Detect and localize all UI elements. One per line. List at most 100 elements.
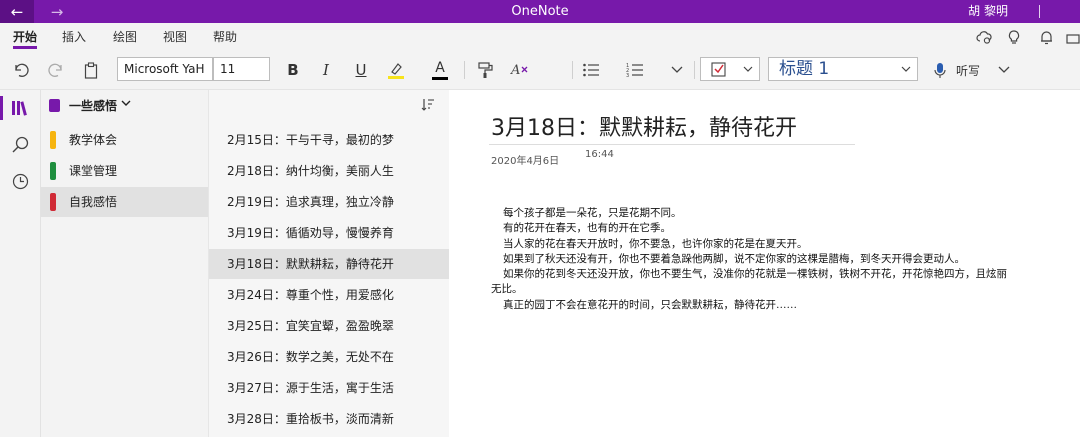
recent-button[interactable] — [0, 165, 40, 197]
ribbon-tabs: 开始 插入 绘图 视图 帮助 — [0, 23, 1080, 51]
note-canvas[interactable]: 3月18日：默默耕耘，静待花开 2020年4月6日 16:44 每个孩子都是一朵… — [449, 90, 1080, 437]
more-options-button[interactable] — [668, 58, 686, 82]
chevron-down-icon — [901, 66, 911, 72]
chevron-down-icon — [121, 96, 131, 110]
page-item[interactable]: 3月27日：源于生活，寓于生活 — [209, 373, 449, 403]
ribbon-toolbar: Microsoft YaH 11 B I U A A 123 标题 1 听写 — [0, 51, 1080, 90]
undo-button[interactable] — [10, 58, 32, 82]
clear-formatting-button[interactable]: A — [508, 58, 532, 82]
todo-checkbox-icon — [711, 62, 726, 77]
sort-icon — [421, 99, 434, 111]
notebook-icon — [49, 99, 60, 112]
font-color-button[interactable]: A — [428, 58, 452, 82]
clock-icon — [12, 173, 28, 189]
section-item[interactable]: 自我感悟 — [41, 187, 208, 217]
page-item[interactable]: 2月18日：纳什均衡，美丽人生 — [209, 156, 449, 186]
page-item[interactable]: 3月18日：默默耕耘，静待花开 — [209, 249, 449, 279]
search-button[interactable] — [0, 128, 40, 160]
section-color-tab — [50, 162, 56, 180]
notebooks-button[interactable] — [0, 92, 40, 124]
italic-button[interactable]: I — [315, 58, 337, 82]
bullet-list-icon — [583, 63, 599, 77]
font-color-letter: A — [435, 59, 445, 76]
bullets-button[interactable] — [580, 58, 602, 82]
page-item[interactable]: 3月26日：数学之美，无处不在 — [209, 342, 449, 372]
page-item[interactable]: 2月19日：追求真理，独立冷静 — [209, 187, 449, 217]
underline-button[interactable]: U — [350, 58, 372, 82]
page-label: 2月15日：干与干寻，最初的梦 — [227, 133, 394, 147]
app-title: OneNote — [511, 4, 569, 19]
tab-view[interactable]: 视图 — [163, 23, 187, 51]
user-name[interactable]: 胡 黎明 — [968, 0, 1008, 23]
pages-pane: 2月15日：干与干寻，最初的梦 2月18日：纳什均衡，美丽人生 2月19日：追求… — [208, 90, 450, 437]
page-label: 3月18日：默默耕耘，静待花开 — [227, 257, 394, 271]
page-time: 16:44 — [585, 149, 614, 160]
lightbulb-icon[interactable] — [1005, 28, 1023, 46]
note-paragraph[interactable]: 真正的园丁不会在意花开的时间，只会默默耕耘，静待花开…… — [491, 298, 1011, 313]
tag-dropdown[interactable] — [700, 57, 760, 81]
page-date: 2020年4月6日 — [491, 156, 560, 167]
page-label: 3月26日：数学之美，无处不在 — [227, 350, 394, 364]
note-paragraph[interactable]: 如果你的花到冬天还没开放，你也不要生气，没准你的花就是一棵铁树，铁树不开花，开花… — [491, 267, 1011, 298]
bell-icon[interactable] — [1037, 28, 1055, 46]
page-label: 3月25日：宜笑宜颦，盈盈晚翠 — [227, 319, 394, 333]
page-title[interactable]: 3月18日：默默耕耘，静待花开 — [491, 110, 797, 142]
section-item[interactable]: 课堂管理 — [41, 156, 208, 186]
section-color-tab — [50, 193, 56, 211]
page-item[interactable]: 3月24日：尊重个性，用爱感化 — [209, 280, 449, 310]
section-label: 自我感悟 — [69, 195, 118, 209]
chevron-down-icon — [743, 66, 753, 72]
page-item[interactable]: 3月19日：循循劝导，慢慢养育 — [209, 218, 449, 248]
svg-text:A: A — [510, 63, 520, 78]
divider — [572, 61, 573, 79]
sync-status-icon[interactable] — [975, 28, 993, 46]
chevron-down-icon — [671, 66, 683, 73]
paintbrush-icon — [478, 62, 493, 78]
section-item[interactable]: 教学体会 — [41, 125, 208, 155]
redo-button[interactable] — [45, 58, 67, 82]
paste-button[interactable] — [80, 58, 102, 82]
search-icon — [12, 136, 28, 152]
section-label: 课堂管理 — [69, 164, 118, 178]
sections-pane: 一些感悟 教学体会 课堂管理 自我感悟 — [41, 90, 208, 437]
title-bar: ← → OneNote 胡 黎明 — [0, 0, 1080, 23]
note-paragraph[interactable]: 如果到了秋天还没有开，你也不要着急跺他两脚，说不定你家的这棵是腊梅，到冬天开得会… — [491, 252, 1011, 267]
page-label: 2月19日：追求真理，独立冷静 — [227, 195, 394, 209]
note-body[interactable]: 每个孩子都是一朵花，只是花期不同。 有的花开在春天，也有的开在它季。 当人家的花… — [491, 206, 1011, 313]
microphone-icon — [934, 62, 946, 78]
page-label: 3月27日：源于生活，寓于生活 — [227, 381, 394, 395]
font-name-field[interactable]: Microsoft YaH — [117, 57, 213, 81]
bold-button[interactable]: B — [282, 58, 304, 82]
numbered-list-icon: 123 — [626, 63, 643, 78]
undo-icon — [15, 63, 29, 77]
title-underline — [489, 144, 855, 145]
tab-home[interactable]: 开始 — [13, 23, 38, 51]
note-paragraph[interactable]: 当人家的花在春天开放时，你不要急，也许你家的花是在夏天开。 — [491, 237, 1011, 252]
dictate-mic-button[interactable] — [930, 58, 950, 82]
format-painter-button[interactable] — [474, 58, 498, 82]
page-item[interactable]: 3月28日：重拾板书，淡而清新 — [209, 404, 449, 434]
dictate-label[interactable]: 听写 — [954, 58, 982, 82]
highlight-button[interactable] — [384, 58, 408, 82]
page-item[interactable]: 3月25日：宜笑宜颦，盈盈晚翠 — [209, 311, 449, 341]
tab-draw[interactable]: 绘图 — [113, 23, 137, 51]
note-paragraph[interactable]: 每个孩子都是一朵花，只是花期不同。 — [491, 206, 1011, 221]
page-label: 2月18日：纳什均衡，美丽人生 — [227, 164, 394, 178]
sort-pages-button[interactable] — [421, 98, 435, 114]
numbering-button[interactable]: 123 — [624, 58, 646, 82]
notebook-name: 一些感悟 — [69, 99, 118, 113]
notebooks-icon — [12, 101, 27, 116]
page-item[interactable]: 2月15日：干与干寻，最初的梦 — [209, 125, 449, 155]
highlighter-icon — [388, 63, 404, 79]
page-label: 3月19日：循循劝导，慢慢养育 — [227, 226, 394, 240]
dictate-options-button[interactable] — [996, 58, 1012, 82]
tab-insert[interactable]: 插入 — [62, 23, 86, 51]
divider — [464, 61, 465, 79]
nav-rail — [0, 90, 41, 437]
share-icon[interactable] — [1064, 28, 1080, 46]
title-separator — [1039, 5, 1040, 18]
tab-help[interactable]: 帮助 — [213, 23, 237, 51]
font-size-field[interactable]: 11 — [213, 57, 270, 81]
style-dropdown[interactable]: 标题 1 — [768, 57, 918, 81]
note-paragraph[interactable]: 有的花开在春天，也有的开在它季。 — [491, 221, 1011, 236]
